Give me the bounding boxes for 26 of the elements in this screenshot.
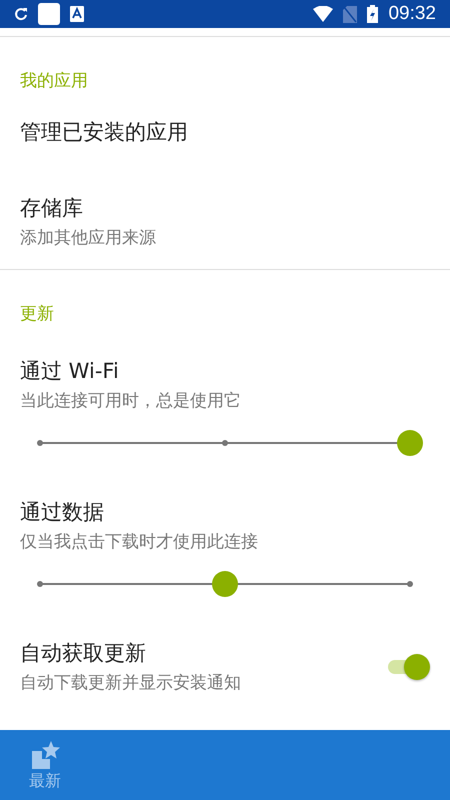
item-summary: 添加其他应用来源: [20, 227, 157, 249]
item-summary: 仅当我点击下载时才使用此连接: [20, 531, 259, 553]
notification-icon: [70, 6, 84, 22]
slider-thumb[interactable]: [212, 571, 238, 597]
battery-charging-icon: [367, 5, 378, 23]
item-summary: 自动下载更新并显示安装通知: [20, 672, 242, 694]
settings-row[interactable]: 通过 Wi-Fi 当此连接可用时，总是使用它: [0, 345, 450, 486]
settings-row[interactable]: 管理已安装的应用: [0, 112, 450, 182]
settings-row[interactable]: 存储库 添加其他应用来源: [0, 182, 450, 269]
item-title: 管理已安装的应用: [20, 119, 189, 146]
item-title: 通过数据: [20, 499, 105, 526]
app-icon: [38, 3, 60, 25]
settings-row[interactable]: 通过数据 仅当我点击下载时才使用此连接: [0, 486, 450, 627]
section-header: 我的应用: [19, 70, 89, 93]
wifi-icon: [313, 6, 334, 22]
item-title: 自动获取更新: [20, 640, 147, 667]
item-title: 通过 Wi-Fi: [20, 358, 120, 385]
star-box-icon: [30, 741, 60, 769]
no-sim-icon: [343, 6, 358, 22]
settings-row[interactable]: 自动获取更新 自动下载更新并显示安装通知: [0, 627, 450, 694]
item-summary: 当此连接可用时，总是使用它: [20, 390, 242, 412]
section-header: 更新: [19, 303, 55, 326]
refresh-icon: [14, 7, 28, 21]
item-title: 存储库: [20, 195, 84, 222]
slider-thumb[interactable]: [397, 430, 423, 456]
clock-time: 09:32: [388, 3, 436, 25]
